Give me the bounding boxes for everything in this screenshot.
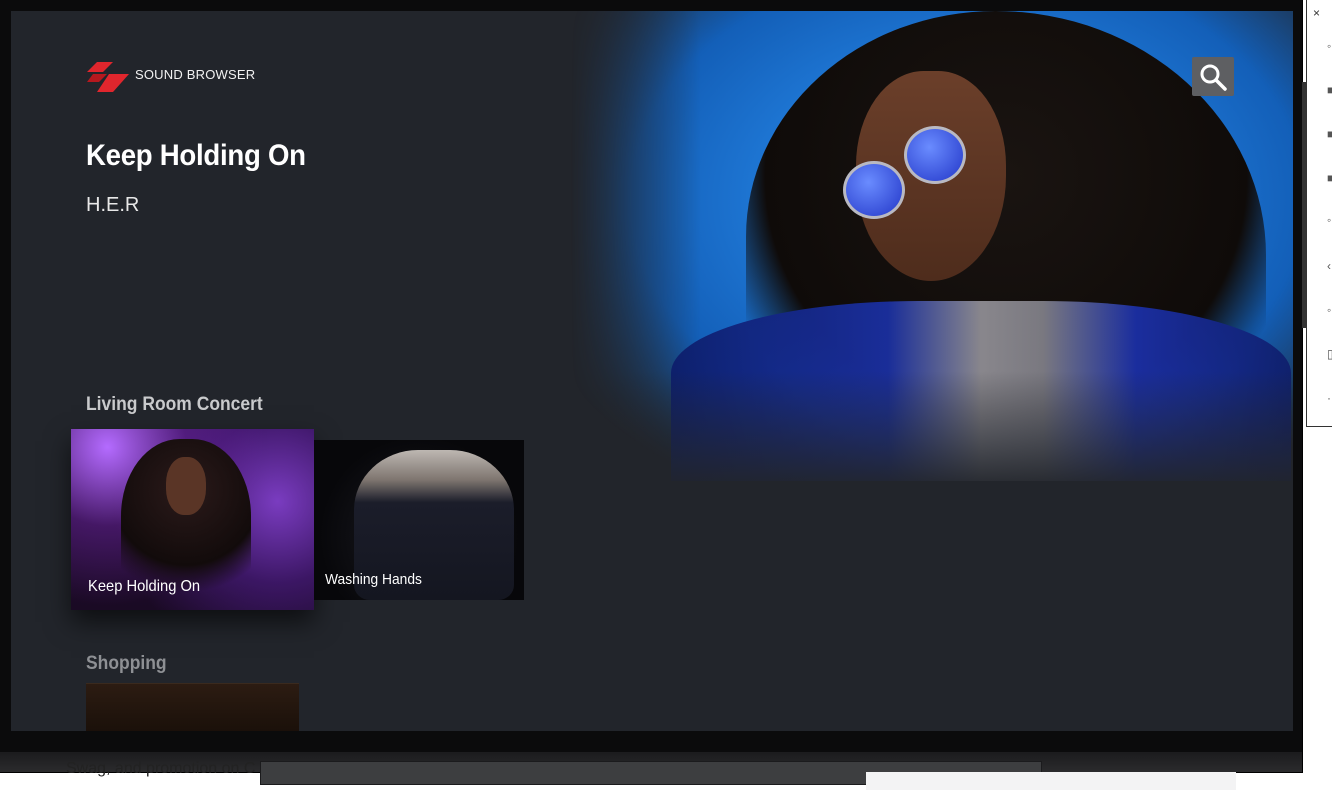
hero-sunglasses-right [904,126,966,184]
card-thumbnail-face [166,457,206,515]
panel-icon[interactable]: · [1327,392,1332,404]
card-keep-holding-on[interactable]: Keep Holding On [71,429,314,610]
card-label: Washing Hands [325,571,422,588]
app-screen: SOUND BROWSER Keep Holding On H.E.R Livi… [11,11,1293,731]
panel-icon[interactable]: ◦ [1327,304,1332,316]
panel-icon[interactable]: ‹ [1327,260,1332,272]
panel-icon[interactable]: ■ [1327,128,1332,140]
hero-sunglasses-left [843,161,905,219]
card-washing-hands[interactable]: Washing Hands [314,440,524,600]
panel-icon[interactable]: ■ [1327,84,1332,96]
row-title-shopping: Shopping [86,653,167,674]
hero-fade [571,371,1293,491]
card-label: Keep Holding On [88,578,201,595]
side-panel: × ◦ ■ ■ ■ ◦ ‹ ◦ ▯ · [1306,0,1332,427]
search-button[interactable] [1192,57,1234,96]
panel-icon[interactable]: ▯ [1327,348,1332,360]
underlay-text: Swag, and promotion on C [66,760,256,777]
panel-icon[interactable]: ◦ [1327,214,1332,226]
brand-name: SOUND BROWSER [135,67,256,82]
panel-icon[interactable]: ■ [1327,172,1332,184]
panel-icon[interactable]: ◦ [1327,40,1332,52]
card-shopping-1[interactable] [86,683,299,731]
row-title-living-room-concert: Living Room Concert [86,394,263,415]
featured-artist: H.E.R [86,194,140,216]
logo-icon [87,62,129,92]
close-icon[interactable]: × [1313,6,1320,20]
featured-title: Keep Holding On [86,139,306,172]
search-icon [1200,64,1227,91]
underlay-panel [866,772,1236,790]
